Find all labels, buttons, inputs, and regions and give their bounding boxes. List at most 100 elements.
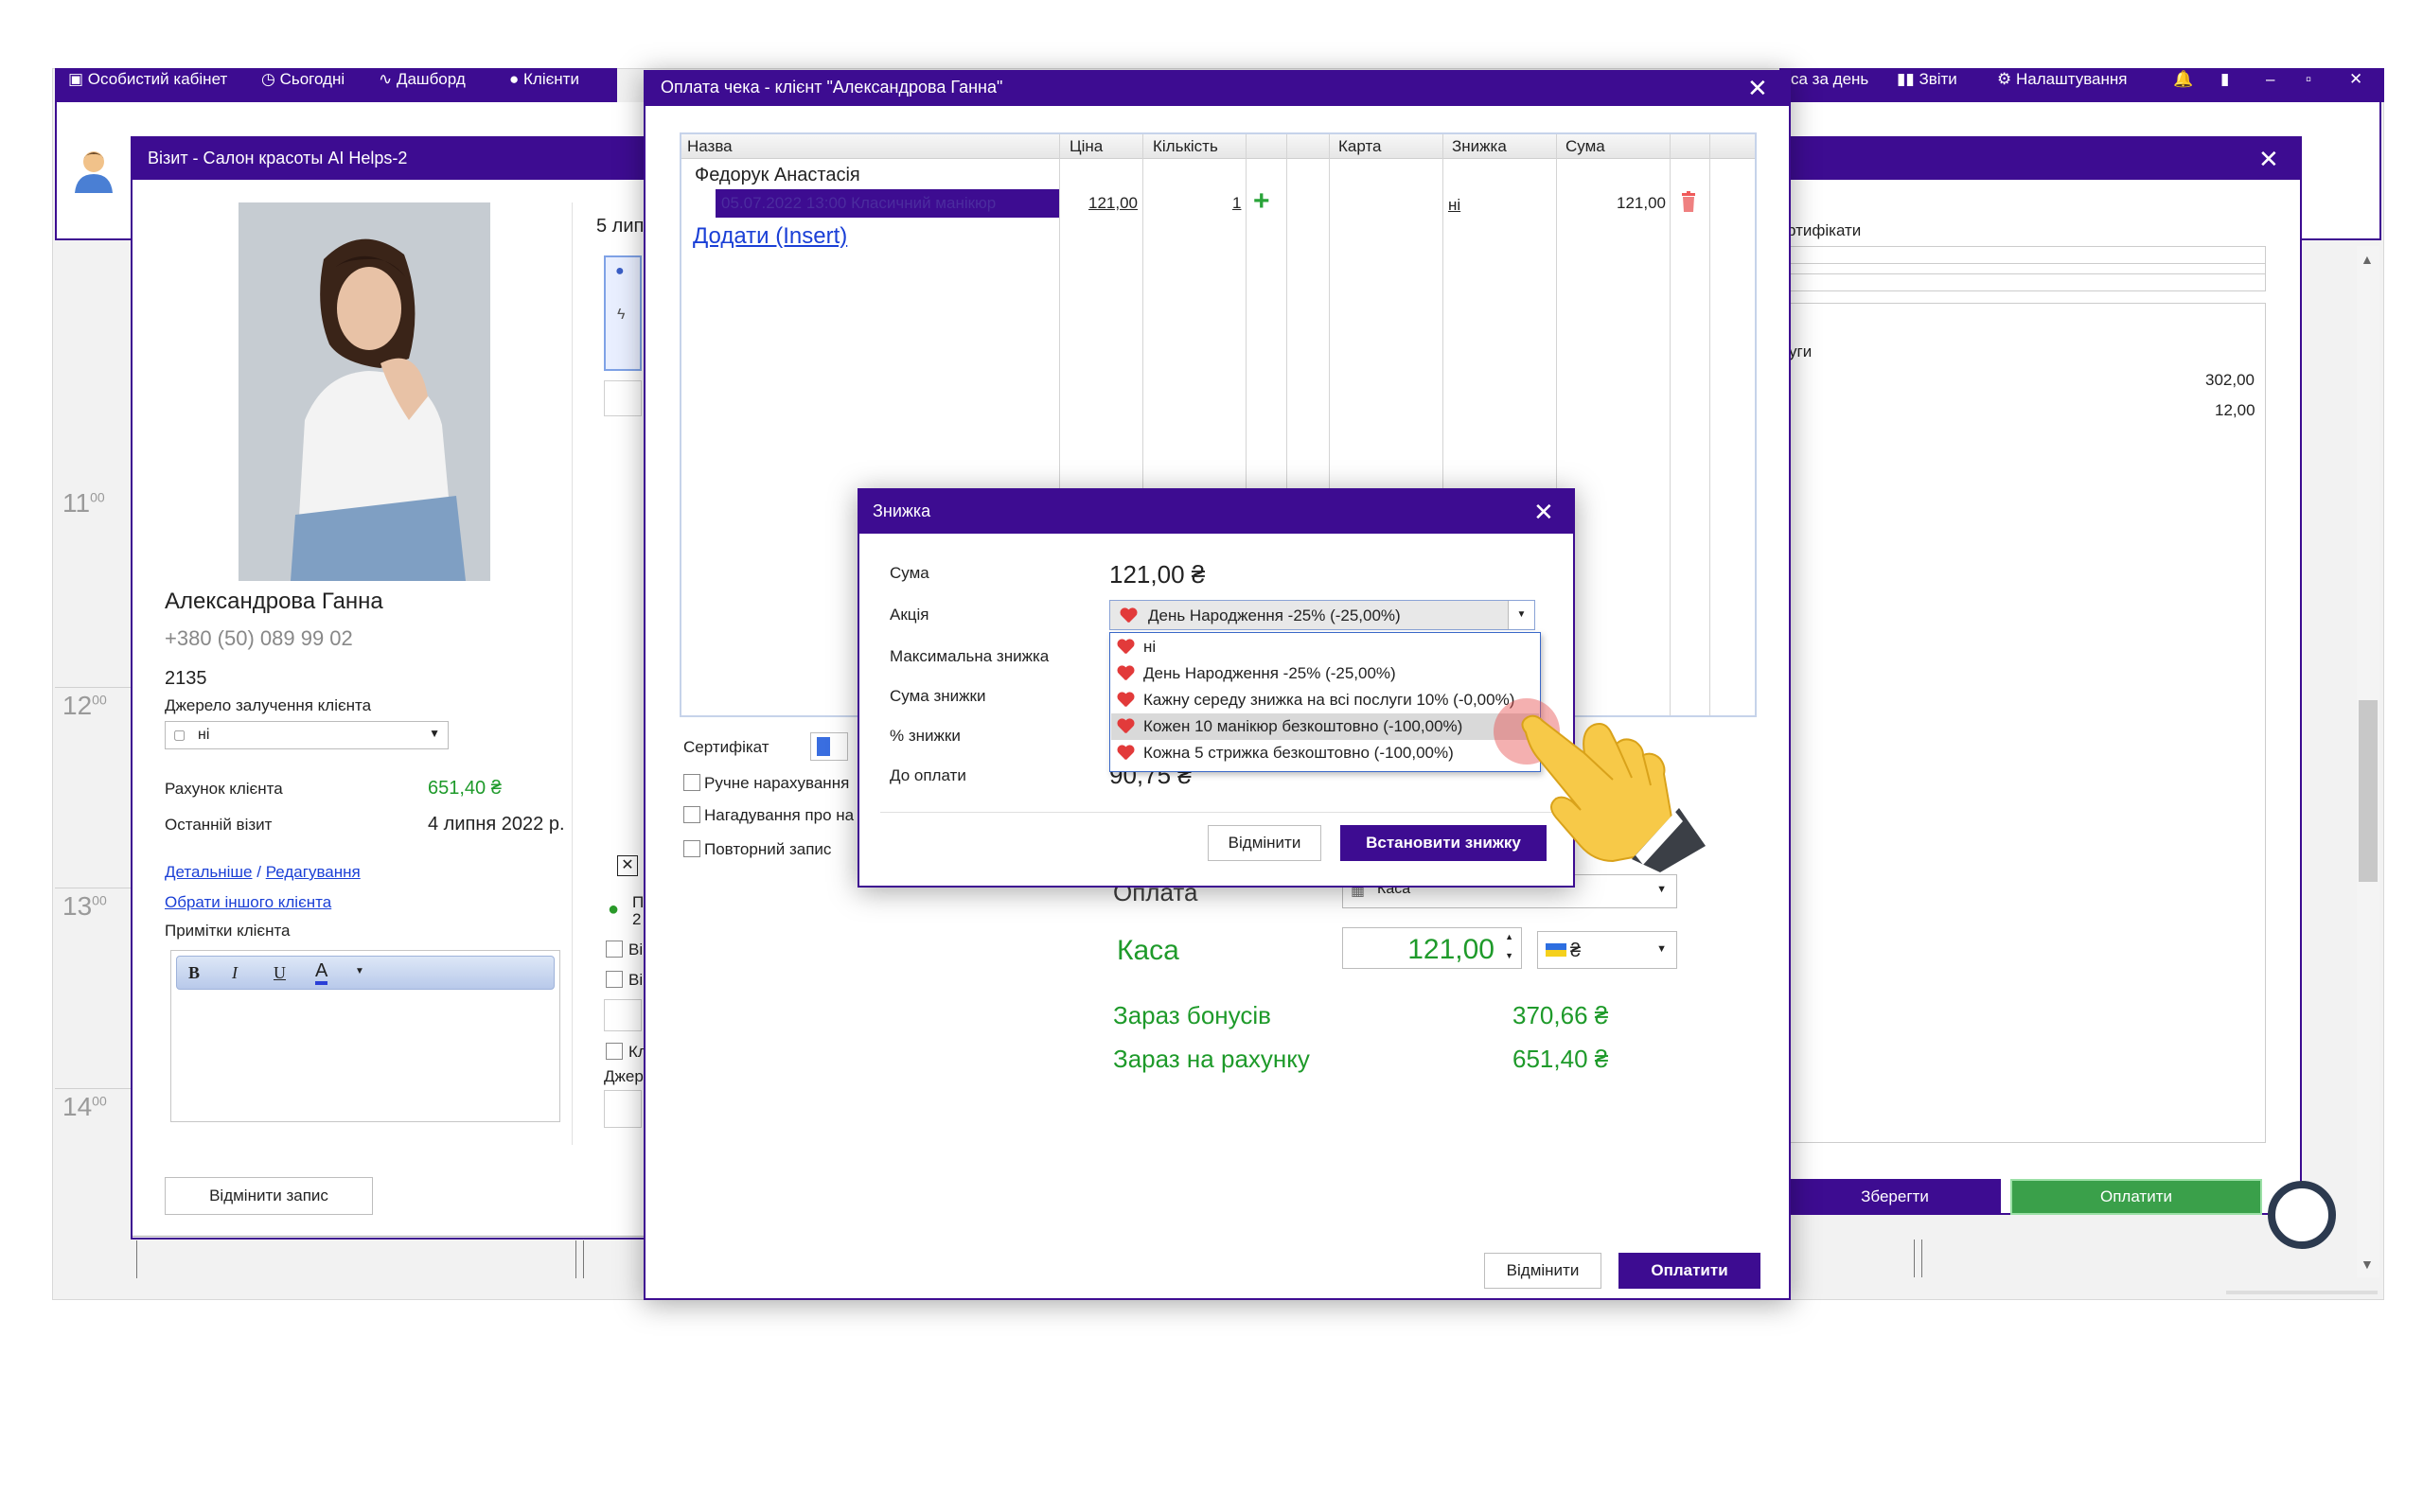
bold-icon[interactable]: B <box>188 963 200 983</box>
right-titlebar <box>1779 136 2302 180</box>
scroll-up-icon[interactable]: ▲ <box>2361 252 2374 267</box>
chevron-down-icon[interactable]: ▼ <box>355 966 364 976</box>
source-select[interactable]: ▢ ні ▼ <box>165 721 449 749</box>
to-pay-label: До оплати <box>890 766 966 784</box>
time-12: 1200 <box>62 691 107 720</box>
bar-chart-icon: ▮▮ <box>1897 70 1919 88</box>
trash-icon[interactable] <box>1681 191 1696 212</box>
lock-icon[interactable]: ▮ <box>2220 70 2229 89</box>
promo-option-2[interactable]: Кажну середу знижка на всі послуги 10% (… <box>1111 687 1539 713</box>
chevron-down-icon[interactable]: ▼ <box>1508 601 1534 629</box>
side-checkbox-1[interactable] <box>606 941 623 958</box>
time-14: 1400 <box>62 1092 107 1121</box>
visit-bottom-strip <box>133 1236 644 1279</box>
toolbar-cash-day[interactable]: са за день <box>1791 70 1868 89</box>
toolbar-clients[interactable]: ● Клієнти <box>509 70 579 89</box>
payment-pay-button[interactable]: Оплатити <box>1618 1253 1760 1289</box>
scroll-thumb[interactable] <box>2359 700 2378 882</box>
source-value: ні <box>198 727 210 743</box>
kasa-label: Каса <box>1117 935 1179 966</box>
discount-title: Знижка <box>873 501 931 520</box>
promo-option-3[interactable]: Кожен 10 манікюр безкоштовно (-100,00%) <box>1111 713 1539 740</box>
add-item-link[interactable]: Додати (Insert) <box>693 223 847 250</box>
certificate-input[interactable] <box>810 732 848 761</box>
add-qty-icon[interactable]: + <box>1253 187 1270 216</box>
close-box-icon[interactable]: ✕ <box>617 855 638 876</box>
col-name: Назва <box>687 137 733 155</box>
spin-up-icon[interactable]: ▲ <box>1505 932 1513 941</box>
bonus-value: 370,66 ₴ <box>1512 1001 1609 1029</box>
lightning-icon: ϟ <box>617 307 626 323</box>
max-discount-label: Максимальна знижка <box>890 647 1050 665</box>
payment-close-icon[interactable]: ✕ <box>1747 76 1768 100</box>
heart-icon <box>1117 640 1134 655</box>
client-code: 2135 <box>165 668 207 689</box>
item-qty[interactable]: 1 <box>1232 194 1241 213</box>
heart-icon <box>1117 693 1134 708</box>
side-input[interactable] <box>604 999 642 1031</box>
kasa-amount-input[interactable]: 121,00 ▲ ▼ <box>1342 927 1522 969</box>
time-13: 1300 <box>62 891 107 921</box>
kasa-amount-value: 121,00 <box>1407 934 1494 965</box>
source-label: Джерело залучення клієнта <box>165 696 372 714</box>
manual-accrual-checkbox[interactable] <box>683 774 700 791</box>
visit-side-date: 5 лип <box>596 216 645 237</box>
currency-select[interactable]: ₴ ▼ <box>1537 931 1677 969</box>
window-close-icon[interactable]: ✕ <box>2349 70 2362 89</box>
right-close-icon[interactable]: ✕ <box>2258 147 2279 171</box>
cancel-record-button[interactable]: Відмінити запис <box>165 1177 373 1215</box>
right-pay-button[interactable]: Оплатити <box>2010 1179 2262 1215</box>
side-checkbox-2[interactable] <box>606 971 623 988</box>
apply-discount-button[interactable]: Встановити знижку <box>1340 825 1547 861</box>
heart-icon <box>1117 666 1134 681</box>
person-icon: ● <box>615 263 625 279</box>
discount-titlebar <box>858 488 1575 534</box>
last-visit-value: 4 липня 2022 р. <box>428 814 565 835</box>
discount-close-icon[interactable]: ✕ <box>1533 500 1554 524</box>
manual-accrual-label: Ручне нарахування <box>704 774 850 792</box>
zoom-slider[interactable] <box>2226 1291 2378 1294</box>
services-label: уги <box>1789 343 1813 360</box>
repeat-record-checkbox[interactable] <box>683 840 700 857</box>
discount-cancel-button[interactable]: Відмінити <box>1208 825 1321 861</box>
toolbar-cabinet[interactable]: ▣ Особистий кабінет <box>68 70 227 89</box>
details-link[interactable]: Детальніше <box>165 863 253 881</box>
item-price[interactable]: 121,00 <box>1088 194 1138 213</box>
promo-option-1[interactable]: День Народження -25% (-25,00%) <box>1111 660 1539 687</box>
toolbar-reports[interactable]: ▮▮ Звіти <box>1897 70 1957 89</box>
toolbar-dashboard[interactable]: ∿ Дашборд <box>379 70 466 89</box>
promo-option-4[interactable]: Кожна 5 стрижка безкоштовно (-100,00%) <box>1111 740 1539 766</box>
scroll-down-icon[interactable]: ▼ <box>2361 1257 2374 1272</box>
reminder-checkbox[interactable] <box>683 806 700 823</box>
bell-icon[interactable]: 🔔 <box>2173 70 2193 89</box>
edit-link[interactable]: Редагування <box>266 863 361 881</box>
discount-divider <box>880 812 1552 813</box>
save-button[interactable]: Зберегти <box>1789 1179 2001 1215</box>
item-discount[interactable]: ні <box>1448 196 1460 215</box>
payment-cancel-button[interactable]: Відмінити <box>1484 1253 1601 1289</box>
currency-value: ₴ <box>1570 941 1582 961</box>
underline-icon[interactable]: U <box>274 963 286 983</box>
certificates-label: ртифікати <box>1787 221 1862 239</box>
clock-icon: ◷ <box>261 70 280 88</box>
item-service: 05.07.2022 13:00 Класичний манікюр <box>721 194 997 212</box>
last-visit-label: Останній візит <box>165 816 273 834</box>
side-input-2[interactable] <box>604 1090 642 1128</box>
chevron-down-icon: ▼ <box>1656 943 1667 955</box>
promo-option-0[interactable]: ні <box>1111 634 1539 660</box>
choose-other-client-link[interactable]: Обрати іншого клієнта <box>165 893 331 912</box>
side-checkbox-3[interactable] <box>606 1043 623 1060</box>
toolbar-today[interactable]: ◷ Сьогодні <box>261 70 345 89</box>
certificates-input-2[interactable] <box>1787 263 2266 291</box>
text-color-icon[interactable]: A <box>315 960 328 985</box>
user-avatar-icon[interactable] <box>72 148 115 195</box>
toolbar-settings[interactable]: ⚙ Налаштування <box>1997 70 2127 89</box>
italic-icon[interactable]: I <box>232 963 238 983</box>
right-value-1: 302,00 <box>2205 371 2255 389</box>
minimize-icon[interactable]: – <box>2266 70 2274 89</box>
restore-icon[interactable]: ▫ <box>2306 70 2311 89</box>
promo-label: Акція <box>890 606 929 624</box>
promo-option-label: ні <box>1143 638 1157 656</box>
promo-select[interactable]: День Народження -25% (-25,00%) ▼ <box>1109 600 1535 630</box>
spin-down-icon[interactable]: ▼ <box>1505 951 1513 960</box>
